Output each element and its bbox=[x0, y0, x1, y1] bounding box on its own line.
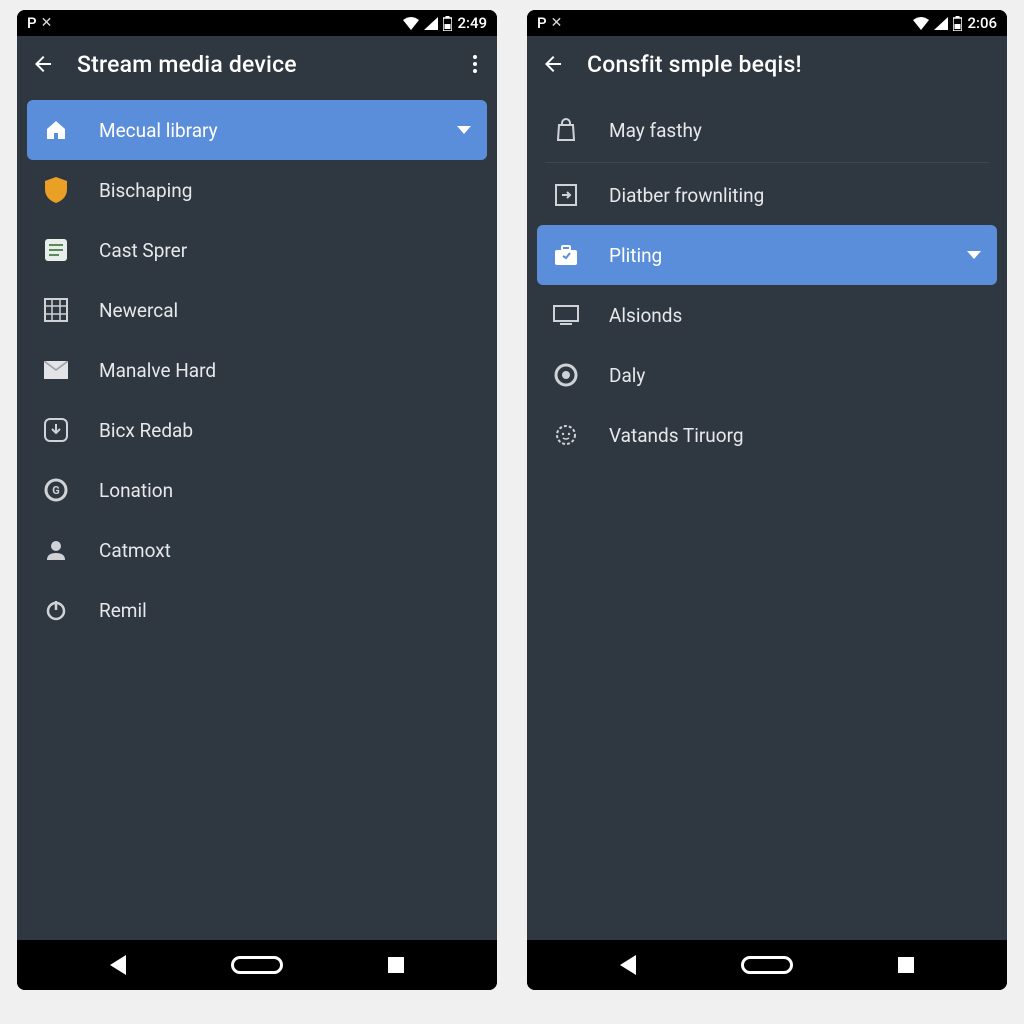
briefcase-icon bbox=[553, 242, 579, 268]
app-bar: Stream media device bbox=[17, 36, 497, 92]
mail-icon bbox=[43, 357, 69, 383]
menu-label: Newercal bbox=[99, 299, 471, 322]
p-indicator: P bbox=[27, 14, 37, 32]
close-icon[interactable]: ✕ bbox=[41, 15, 53, 31]
nav-bar bbox=[17, 940, 497, 990]
menu-label: Cast Sprer bbox=[99, 239, 471, 262]
signal-icon bbox=[424, 17, 438, 30]
face-icon bbox=[553, 422, 579, 448]
menu-label: Bicx Redab bbox=[99, 419, 471, 442]
phone-left: P ✕ 2:49 Stream media device Mecual libr… bbox=[17, 10, 497, 990]
nav-bar bbox=[527, 940, 1007, 990]
menu-list: May fasthy Diatber frownliting Pliting A… bbox=[527, 92, 1007, 473]
clock: 2:06 bbox=[967, 14, 997, 32]
menu-item-cast-sprer[interactable]: Cast Sprer bbox=[27, 220, 487, 280]
menu-label: Remil bbox=[99, 599, 471, 622]
person-icon bbox=[43, 537, 69, 563]
chevron-down-icon bbox=[967, 251, 981, 259]
nav-recent-icon[interactable] bbox=[388, 957, 404, 973]
status-left: P ✕ bbox=[537, 14, 562, 32]
menu-label: Daly bbox=[609, 364, 981, 387]
bag-icon bbox=[553, 117, 579, 143]
menu-item-newercal[interactable]: Newercal bbox=[27, 280, 487, 340]
circle-g-icon: G bbox=[43, 477, 69, 503]
home-icon bbox=[43, 117, 69, 143]
grid-icon bbox=[43, 297, 69, 323]
menu-label: Manalve Hard bbox=[99, 359, 471, 382]
back-icon[interactable] bbox=[31, 52, 55, 76]
menu-label: Alsionds bbox=[609, 304, 981, 327]
menu-item-may-fasthy[interactable]: May fasthy bbox=[537, 100, 997, 160]
page-title: Consfit smple beqis! bbox=[587, 51, 993, 78]
nav-recent-icon[interactable] bbox=[898, 957, 914, 973]
wifi-icon bbox=[913, 17, 929, 30]
wifi-icon bbox=[403, 17, 419, 30]
signal-icon bbox=[934, 17, 948, 30]
menu-label: Diatber frownliting bbox=[609, 184, 981, 207]
status-bar: P ✕ 2:06 bbox=[527, 10, 1007, 36]
menu-label: Pliting bbox=[609, 244, 937, 267]
battery-icon bbox=[443, 16, 452, 31]
status-left: P ✕ bbox=[27, 14, 52, 32]
app-body: Stream media device Mecual library Bisch… bbox=[17, 36, 497, 940]
close-icon[interactable]: ✕ bbox=[551, 15, 563, 31]
nav-home-icon[interactable] bbox=[741, 956, 793, 974]
disc-icon bbox=[553, 362, 579, 388]
monitor-icon bbox=[553, 302, 579, 328]
svg-text:G: G bbox=[52, 484, 60, 497]
p-indicator: P bbox=[537, 14, 547, 32]
menu-label: Catmoxt bbox=[99, 539, 471, 562]
battery-icon bbox=[953, 16, 962, 31]
nav-back-icon[interactable] bbox=[110, 955, 126, 975]
status-right: 2:49 bbox=[403, 14, 487, 32]
menu-item-pliting[interactable]: Pliting bbox=[537, 225, 997, 285]
app-body: Consfit smple beqis! May fasthy Diatber … bbox=[527, 36, 1007, 940]
menu-item-alsionds[interactable]: Alsionds bbox=[537, 285, 997, 345]
menu-label: Bischaping bbox=[99, 179, 471, 202]
note-icon bbox=[43, 237, 69, 263]
menu-item-lonation[interactable]: G Lonation bbox=[27, 460, 487, 520]
power-icon bbox=[43, 597, 69, 623]
status-right: 2:06 bbox=[913, 14, 997, 32]
menu-label: Lonation bbox=[99, 479, 471, 502]
menu-item-daly[interactable]: Daly bbox=[537, 345, 997, 405]
menu-label: Vatands Tiruorg bbox=[609, 424, 981, 447]
status-bar: P ✕ 2:49 bbox=[17, 10, 497, 36]
shield-icon bbox=[43, 177, 69, 203]
download-icon bbox=[43, 417, 69, 443]
menu-label: May fasthy bbox=[609, 119, 981, 142]
overflow-menu-icon[interactable] bbox=[467, 49, 483, 79]
phone-right: P ✕ 2:06 Consfit smple beqis! May fasthy bbox=[527, 10, 1007, 990]
box-arrow-icon bbox=[553, 182, 579, 208]
menu-item-catmoxt[interactable]: Catmoxt bbox=[27, 520, 487, 580]
menu-item-remil[interactable]: Remil bbox=[27, 580, 487, 640]
menu-item-vatands-tiruorg[interactable]: Vatands Tiruorg bbox=[537, 405, 997, 465]
divider bbox=[545, 162, 989, 163]
menu-item-bicx-redab[interactable]: Bicx Redab bbox=[27, 400, 487, 460]
menu-item-diatber-frownliting[interactable]: Diatber frownliting bbox=[537, 165, 997, 225]
page-title: Stream media device bbox=[77, 51, 445, 78]
back-icon[interactable] bbox=[541, 52, 565, 76]
menu-label: Mecual library bbox=[99, 119, 427, 142]
nav-back-icon[interactable] bbox=[620, 955, 636, 975]
nav-home-icon[interactable] bbox=[231, 956, 283, 974]
app-bar: Consfit smple beqis! bbox=[527, 36, 1007, 92]
clock: 2:49 bbox=[457, 14, 487, 32]
menu-item-mecual-library[interactable]: Mecual library bbox=[27, 100, 487, 160]
menu-list: Mecual library Bischaping Cast Sprer New… bbox=[17, 92, 497, 648]
menu-item-bischaping[interactable]: Bischaping bbox=[27, 160, 487, 220]
chevron-down-icon bbox=[457, 126, 471, 134]
menu-item-manalve-hard[interactable]: Manalve Hard bbox=[27, 340, 487, 400]
